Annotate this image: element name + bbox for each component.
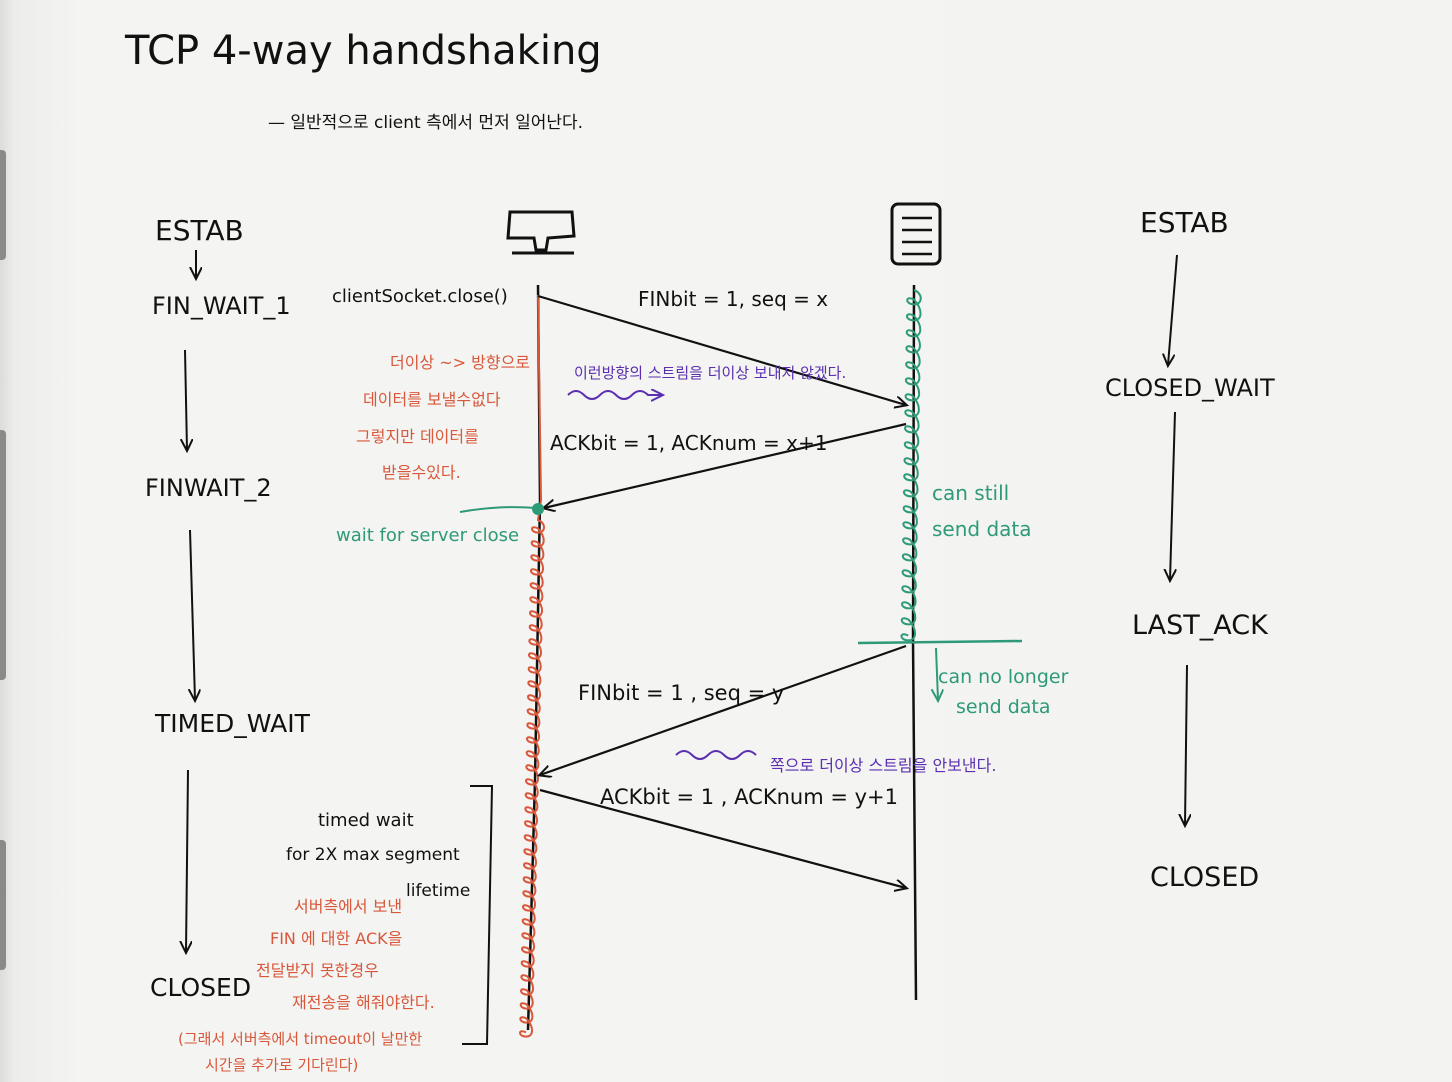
handshake-diagram: TCP 4-way handshaking — 일반적으로 client 측에서…	[124, 28, 1275, 1074]
note-can-still-2: send data	[932, 517, 1032, 541]
note-red-6: FIN 에 대한 ACK을	[270, 929, 402, 948]
note-red-5: 서버측에서 보낸	[294, 897, 402, 916]
server-state-closed: CLOSED	[1150, 862, 1259, 893]
client-state-fin-wait-1: FIN_WAIT_1	[152, 292, 291, 320]
fin1-label: FINbit = 1, seq = x	[638, 287, 828, 311]
server-state-arrow	[1185, 664, 1187, 825]
purple-squiggle-arrow	[567, 391, 662, 399]
ack2-label: ACKbit = 1 , ACKnum = y+1	[600, 785, 898, 809]
server-state-arrow	[1170, 411, 1175, 580]
purple-squiggle	[675, 750, 757, 760]
note-timed-wait-1: timed wait	[318, 810, 414, 831]
note-red-2: 데이터를 보낼수없다	[363, 390, 501, 409]
note-red-3: 그렇지만 데이터를	[356, 427, 479, 446]
fin1-arrow	[537, 294, 906, 405]
client-state-fin-wait-2: FINWAIT_2	[145, 474, 272, 502]
client-state-arrow	[190, 529, 195, 700]
note-no-longer-1: can no longer	[938, 666, 1069, 688]
note-can-still-1: can still	[932, 481, 1009, 505]
client-state-arrow	[185, 349, 187, 450]
fin-wait-2-dot	[532, 503, 544, 515]
note-timed-wait-2: for 2X max segment	[286, 845, 460, 865]
server-state-closed-wait: CLOSED_WAIT	[1105, 374, 1275, 402]
fin2-label: FINbit = 1 , seq = y	[578, 681, 784, 705]
client-state-timed-wait: TIMED_WAIT	[154, 709, 311, 738]
client-receive-only-scribble	[519, 294, 545, 1038]
page-title: TCP 4-way handshaking	[124, 28, 602, 74]
server-icon	[890, 202, 942, 266]
note-no-longer-2: send data	[956, 696, 1051, 718]
client-state-estab: ESTAB	[155, 214, 244, 247]
server-send-scribble	[900, 289, 922, 642]
note-wait-server-close: wait for server close	[336, 525, 519, 546]
client-state-closed: CLOSED	[150, 973, 251, 1002]
note-purple-2: 쪽으로 더이상 스트림을 안보낸다.	[770, 756, 996, 775]
note-red-10: 시간을 추가로 기다린다)	[205, 1056, 358, 1074]
note-red-8: 재전송을 해줘야한다.	[292, 993, 435, 1012]
note-red-1: 더이상 ~> 방향으로	[390, 353, 530, 372]
note-timed-wait-3: lifetime	[406, 881, 470, 901]
server-state-arrow	[1168, 254, 1178, 365]
server-state-estab: ESTAB	[1140, 206, 1229, 239]
green-leader-line	[459, 506, 537, 513]
server-state-last-ack: LAST_ACK	[1132, 610, 1269, 641]
note-red-9: (그래서 서버측에서 timeout이 날만한	[178, 1030, 422, 1048]
ack1-label: ACKbit = 1, ACKnum = x+1	[550, 431, 827, 455]
timed-wait-bracket	[462, 785, 494, 1045]
close-call-label: clientSocket.close()	[332, 286, 508, 307]
computer-monitor-icon	[506, 210, 576, 255]
note-red-4: 받을수있다.	[382, 463, 461, 482]
client-state-arrow	[186, 769, 188, 952]
note-purple-1: 이런방향의 스트림을 더이상 보내지 않겠다.	[574, 364, 846, 382]
stop-send-line	[857, 639, 1023, 645]
subtitle: — 일반적으로 client 측에서 먼저 일어난다.	[268, 113, 583, 133]
note-red-7: 전달받지 못한경우	[256, 961, 379, 980]
